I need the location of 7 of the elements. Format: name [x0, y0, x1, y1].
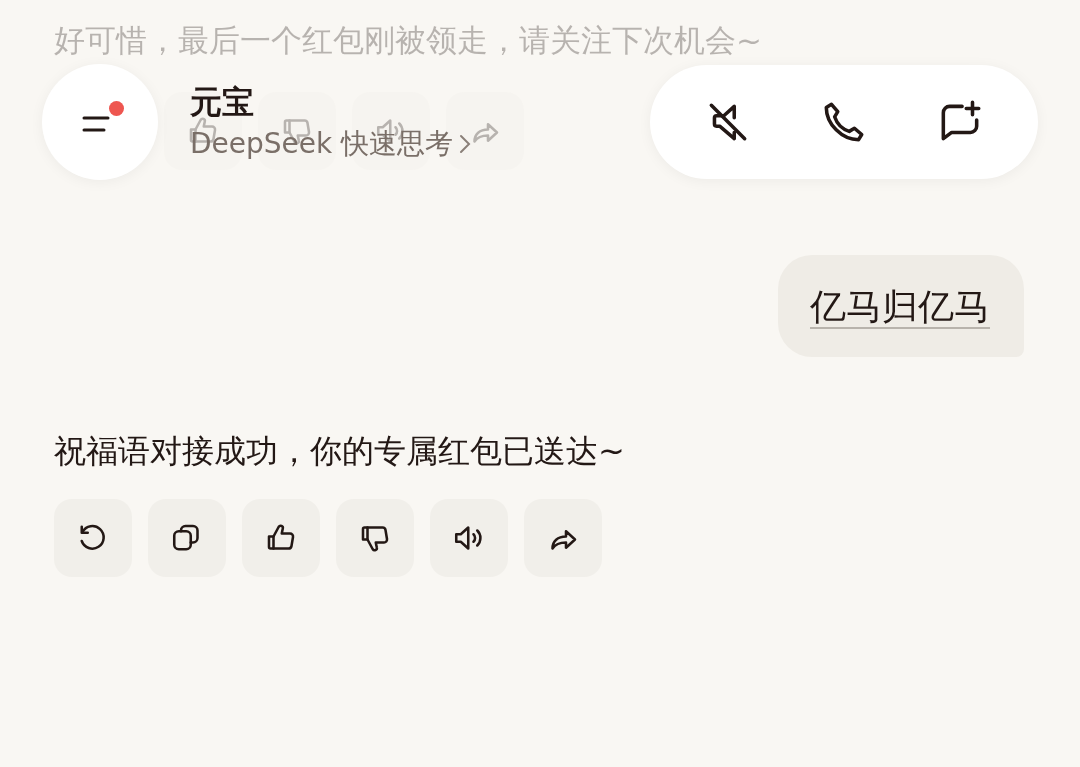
- previous-message: 好可惜，最后一个红包刚被领走，请关注下次机会~: [54, 21, 763, 60]
- assistant-message: 祝福语对接成功，你的专属红包已送达~: [54, 431, 626, 472]
- model-selector[interactable]: DeepSeek 快速思考: [190, 124, 650, 164]
- assistant-name: 元宝: [190, 82, 255, 123]
- copy-button[interactable]: [148, 499, 226, 577]
- retry-button[interactable]: [54, 499, 132, 577]
- user-message: 亿马归亿马: [810, 286, 990, 329]
